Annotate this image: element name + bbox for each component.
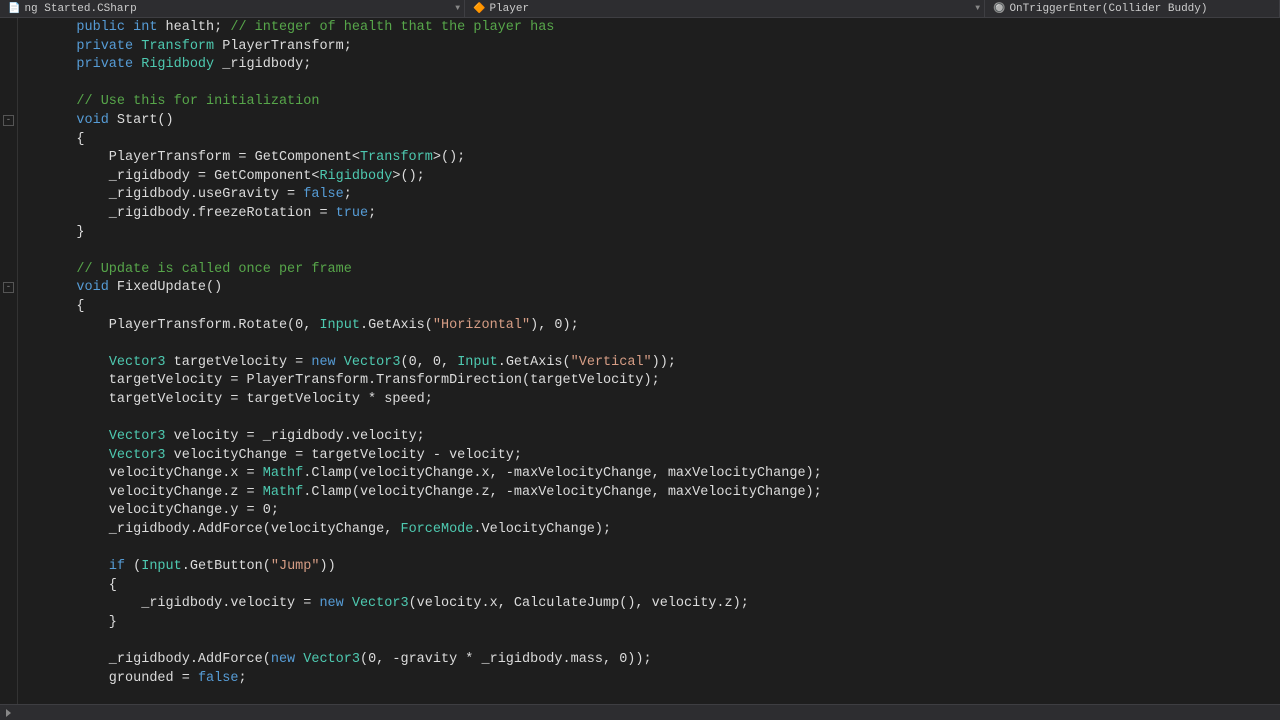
code-line[interactable]: PlayerTransform.Rotate(0, Input.GetAxis(…: [18, 317, 1280, 336]
breadcrumb-class[interactable]: Player ▼: [465, 0, 985, 17]
file-icon: [8, 3, 20, 15]
code-line[interactable]: _rigidbody.velocity = new Vector3(veloci…: [18, 595, 1280, 614]
method-icon: [993, 3, 1005, 15]
code-line[interactable]: [18, 75, 1280, 94]
code-line[interactable]: if (Input.GetButton("Jump")): [18, 558, 1280, 577]
bottom-bar: [0, 704, 1280, 720]
code-line[interactable]: targetVelocity = targetVelocity * speed;: [18, 391, 1280, 410]
code-line[interactable]: private Transform PlayerTransform;: [18, 38, 1280, 57]
code-line[interactable]: {: [18, 298, 1280, 317]
code-line[interactable]: [18, 242, 1280, 261]
code-line[interactable]: grounded = false;: [18, 670, 1280, 689]
chevron-down-icon: ▼: [975, 4, 980, 13]
chevron-down-icon: ▼: [455, 4, 460, 13]
code-line[interactable]: Vector3 velocity = _rigidbody.velocity;: [18, 428, 1280, 447]
code-line[interactable]: [18, 409, 1280, 428]
arrow-right-icon[interactable]: [6, 709, 11, 717]
code-line[interactable]: }: [18, 614, 1280, 633]
code-line[interactable]: _rigidbody.useGravity = false;: [18, 186, 1280, 205]
code-editor[interactable]: -- public int health; // integer of heal…: [0, 18, 1280, 704]
code-line[interactable]: Vector3 targetVelocity = new Vector3(0, …: [18, 354, 1280, 373]
code-line[interactable]: [18, 335, 1280, 354]
breadcrumb-class-label: Player: [489, 3, 529, 15]
code-line[interactable]: velocityChange.x = Mathf.Clamp(velocityC…: [18, 465, 1280, 484]
code-line[interactable]: }: [18, 224, 1280, 243]
breadcrumb-method-label: OnTriggerEnter(Collider Buddy): [1009, 3, 1207, 15]
class-icon: [473, 3, 485, 15]
code-line[interactable]: Vector3 velocityChange = targetVelocity …: [18, 447, 1280, 466]
code-line[interactable]: _rigidbody.AddForce(velocityChange, Forc…: [18, 521, 1280, 540]
code-area[interactable]: public int health; // integer of health …: [18, 18, 1280, 704]
fold-toggle[interactable]: -: [3, 115, 14, 126]
code-line[interactable]: private Rigidbody _rigidbody;: [18, 56, 1280, 75]
code-line[interactable]: _rigidbody = GetComponent<Rigidbody>();: [18, 168, 1280, 187]
code-line[interactable]: public int health; // integer of health …: [18, 19, 1280, 38]
gutter: --: [0, 18, 18, 704]
code-line[interactable]: [18, 633, 1280, 652]
code-line[interactable]: _rigidbody.freezeRotation = true;: [18, 205, 1280, 224]
code-line[interactable]: {: [18, 131, 1280, 150]
code-line[interactable]: velocityChange.z = Mathf.Clamp(velocityC…: [18, 484, 1280, 503]
code-line[interactable]: velocityChange.y = 0;: [18, 502, 1280, 521]
breadcrumb-method[interactable]: OnTriggerEnter(Collider Buddy): [985, 0, 1280, 17]
code-line[interactable]: void Start(): [18, 112, 1280, 131]
code-line[interactable]: void FixedUpdate(): [18, 279, 1280, 298]
fold-toggle[interactable]: -: [3, 282, 14, 293]
code-line[interactable]: PlayerTransform = GetComponent<Transform…: [18, 149, 1280, 168]
breadcrumb-bar: ng Started.CSharp ▼ Player ▼ OnTriggerEn…: [0, 0, 1280, 18]
code-line[interactable]: {: [18, 577, 1280, 596]
code-line[interactable]: // Use this for initialization: [18, 93, 1280, 112]
breadcrumb-project[interactable]: ng Started.CSharp ▼: [0, 0, 465, 17]
code-line[interactable]: _rigidbody.AddForce(new Vector3(0, -grav…: [18, 651, 1280, 670]
code-line[interactable]: [18, 540, 1280, 559]
code-line[interactable]: // Update is called once per frame: [18, 261, 1280, 280]
code-line[interactable]: targetVelocity = PlayerTransform.Transfo…: [18, 372, 1280, 391]
breadcrumb-project-label: ng Started.CSharp: [24, 3, 136, 15]
